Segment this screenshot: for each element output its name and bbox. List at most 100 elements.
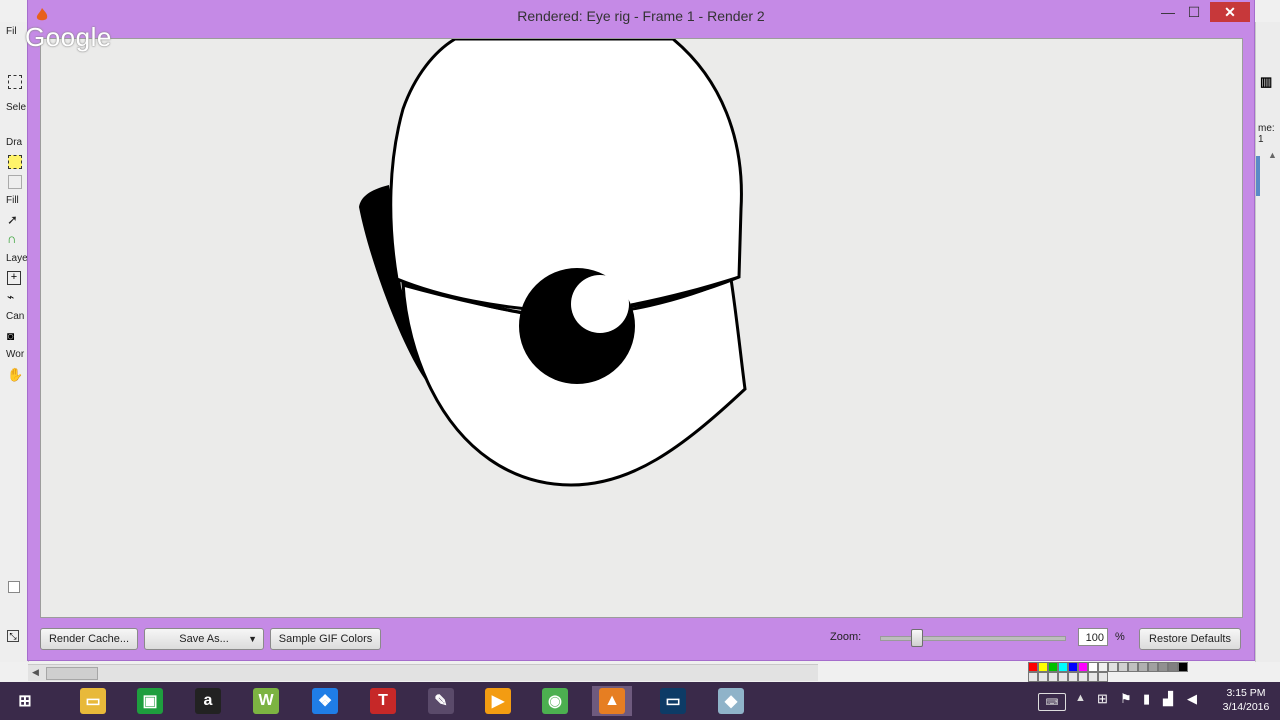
palette-swatch[interactable]: [1138, 662, 1148, 672]
media-player-icon: ▶: [485, 688, 511, 714]
taskbar-app[interactable]: ▭: [73, 686, 113, 716]
palette-swatch[interactable]: [1158, 662, 1168, 672]
chevron-down-icon: ▼: [248, 634, 257, 644]
clock-date: 3/14/2016: [1222, 701, 1270, 713]
bg-checkbox[interactable]: [8, 581, 20, 593]
window-title: Rendered: Eye rig - Frame 1 - Render 2: [517, 8, 765, 24]
background-right-panel: ▥ me: 1 ▲: [1255, 22, 1280, 662]
palette-swatch[interactable]: [1148, 662, 1158, 672]
scrollbar-thumb[interactable]: [46, 667, 98, 680]
close-button[interactable]: ✕: [1210, 2, 1250, 22]
taskbar-app[interactable]: ❖: [305, 686, 345, 716]
zoom-input[interactable]: 100: [1078, 628, 1108, 646]
keyboard-icon[interactable]: ⌨: [1038, 693, 1066, 711]
render-toolbar: Render Cache... Save As... ▼ Sample GIF …: [28, 620, 1254, 656]
action-center-icon[interactable]: ⚑: [1120, 691, 1132, 707]
anime-studio-icon: ▲: [599, 688, 625, 714]
select-tool-icon[interactable]: [8, 75, 22, 89]
clock-time: 3:15 PM: [1226, 687, 1266, 699]
eraser-app-icon: ◆: [718, 688, 744, 714]
scroll-left-icon[interactable]: ◀: [32, 667, 39, 678]
google-watermark: Google: [25, 22, 112, 52]
palette-swatch[interactable]: [1168, 662, 1178, 672]
taskbar-app[interactable]: W: [246, 686, 286, 716]
palette-swatch[interactable]: [1048, 672, 1058, 682]
palette-swatch[interactable]: [1028, 662, 1038, 672]
palette-swatch[interactable]: [1108, 662, 1118, 672]
maximize-button[interactable]: ☐: [1184, 2, 1204, 22]
taskbar-clock[interactable]: 3:15 PM 3/14/2016: [1214, 686, 1278, 714]
palette-swatch[interactable]: [1098, 672, 1108, 682]
bg-label-camera: Can: [6, 311, 25, 322]
taskbar-app[interactable]: ◉: [535, 686, 575, 716]
palette-swatch[interactable]: [1128, 662, 1138, 672]
palette-swatch[interactable]: [1178, 662, 1188, 672]
palette-swatch[interactable]: [1118, 662, 1128, 672]
bg-label-draw: Dra: [6, 137, 23, 148]
add-layer-icon[interactable]: +: [7, 271, 21, 285]
w-app-icon: W: [253, 688, 279, 714]
power-icon[interactable]: ▮: [1143, 691, 1150, 707]
arrow-tool-icon[interactable]: ➚: [7, 212, 25, 228]
palette-swatch[interactable]: [1098, 662, 1108, 672]
library-icon[interactable]: ▥: [1260, 74, 1276, 89]
bg-label-layer: Laye: [6, 253, 28, 264]
taskbar-app[interactable]: ▭: [653, 686, 693, 716]
palette-swatch[interactable]: [1088, 672, 1098, 682]
file-explorer-icon: ▭: [80, 688, 106, 714]
resize-icon[interactable]: ⤡: [7, 630, 19, 642]
volume-icon[interactable]: ◀: [1187, 691, 1197, 707]
pen-app-icon: ✎: [428, 688, 454, 714]
screen-app-icon: ▭: [660, 688, 686, 714]
palette-swatch[interactable]: [1068, 662, 1078, 672]
save-as-button[interactable]: Save As... ▼: [144, 628, 264, 650]
scroll-up-icon[interactable]: ▲: [1268, 150, 1280, 162]
bg-label-select: Sele: [6, 102, 27, 113]
palette-swatch[interactable]: [1048, 662, 1058, 672]
save-as-label: Save As...: [179, 633, 229, 645]
taskbar: ⊞ ▭ ▣ a W ❖ T ✎ ▶ ◉ ▲ ▭ ◆ ⌨ ▲ ⊞ ⚑ ▮ ▟ ◀ 3:15 PM 3/14…: [0, 682, 1280, 720]
curve-tool-icon[interactable]: ∩: [7, 231, 25, 247]
color-palette[interactable]: [1028, 660, 1194, 684]
palette-swatch[interactable]: [1088, 662, 1098, 672]
palette-swatch[interactable]: [1058, 662, 1068, 672]
render-cache-button[interactable]: Render Cache...: [40, 628, 138, 650]
minimize-button[interactable]: —: [1158, 2, 1178, 22]
palette-swatch[interactable]: [1038, 672, 1048, 682]
palette-swatch[interactable]: [1068, 672, 1078, 682]
background-tool-panel: Fil Sele Dra Fill ➚ ∩ Laye + ⌁ Can ◙ Wor…: [0, 22, 29, 662]
shape-tool-icon[interactable]: [8, 175, 22, 189]
palette-swatch[interactable]: [1058, 672, 1068, 682]
network-icon[interactable]: ▟: [1163, 691, 1173, 707]
taskbar-app[interactable]: ▲: [592, 686, 632, 716]
windows-flag-icon[interactable]: ⊞: [1097, 691, 1108, 707]
camera-tool-icon[interactable]: ◙: [7, 329, 25, 345]
bg-label-fill: Fill: [6, 195, 19, 206]
taskbar-app[interactable]: T: [363, 686, 403, 716]
palette-swatch[interactable]: [1078, 662, 1088, 672]
restore-defaults-button[interactable]: Restore Defaults: [1139, 628, 1241, 650]
zoom-slider-thumb[interactable]: [910, 629, 923, 647]
marquee-tool-icon[interactable]: [8, 155, 22, 169]
hand-tool-icon[interactable]: ✋: [7, 367, 25, 383]
background-horizontal-scrollbar[interactable]: ◀: [28, 664, 818, 681]
palette-swatch[interactable]: [1038, 662, 1048, 672]
taskbar-app[interactable]: ✎: [421, 686, 461, 716]
bg-frame-label: me: 1: [1258, 123, 1275, 145]
palette-swatch[interactable]: [1028, 672, 1038, 682]
start-button[interactable]: ⊞: [5, 686, 45, 716]
palette-swatch[interactable]: [1078, 672, 1088, 682]
show-hidden-icons-icon[interactable]: ▲: [1075, 692, 1086, 704]
taskbar-app[interactable]: a: [188, 686, 228, 716]
sample-gif-colors-button[interactable]: Sample GIF Colors: [270, 628, 381, 650]
title-bar[interactable]: Rendered: Eye rig - Frame 1 - Render 2 —…: [28, 0, 1254, 30]
transform-layer-icon[interactable]: ⌁: [7, 290, 25, 306]
taskbar-app[interactable]: ▶: [478, 686, 518, 716]
t-app-icon: T: [370, 688, 396, 714]
zoom-percent-label: %: [1115, 631, 1125, 643]
zoom-label: Zoom:: [830, 631, 862, 643]
zoom-slider-track[interactable]: [880, 636, 1066, 641]
taskbar-app[interactable]: ▣: [130, 686, 170, 716]
render-canvas[interactable]: [40, 37, 1243, 618]
taskbar-app[interactable]: ◆: [711, 686, 751, 716]
